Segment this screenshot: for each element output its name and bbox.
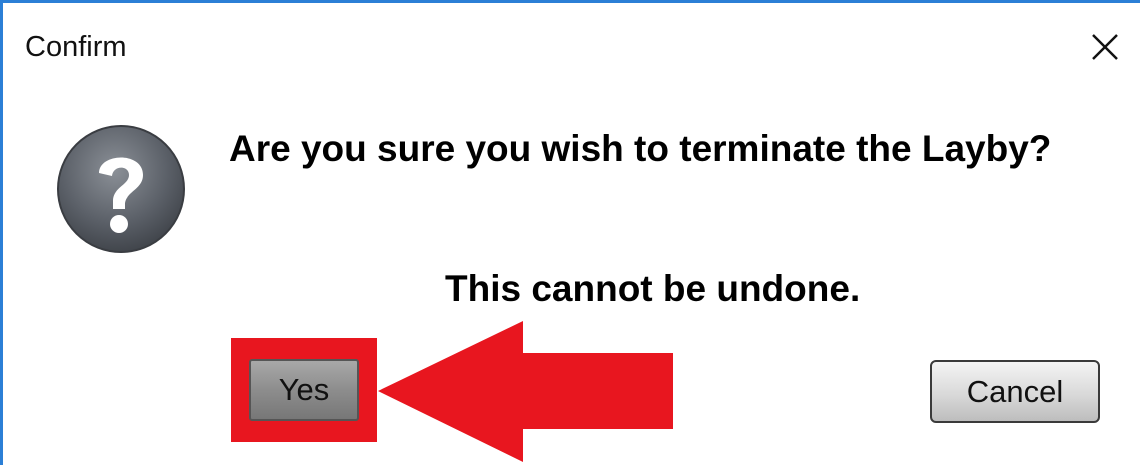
warning-message: This cannot be undone. <box>445 268 861 309</box>
close-icon <box>1092 34 1118 60</box>
yes-button[interactable]: Yes <box>249 359 359 421</box>
dialog-title: Confirm <box>25 31 127 63</box>
confirm-dialog: Confirm Are you sure you wish to termina… <box>0 0 1140 465</box>
question-icon <box>55 123 187 255</box>
close-button[interactable] <box>1083 25 1127 69</box>
cancel-button[interactable]: Cancel <box>930 360 1100 423</box>
confirmation-message: Are you sure you wish to terminate the L… <box>229 128 1052 169</box>
annotation-arrow <box>378 321 673 462</box>
